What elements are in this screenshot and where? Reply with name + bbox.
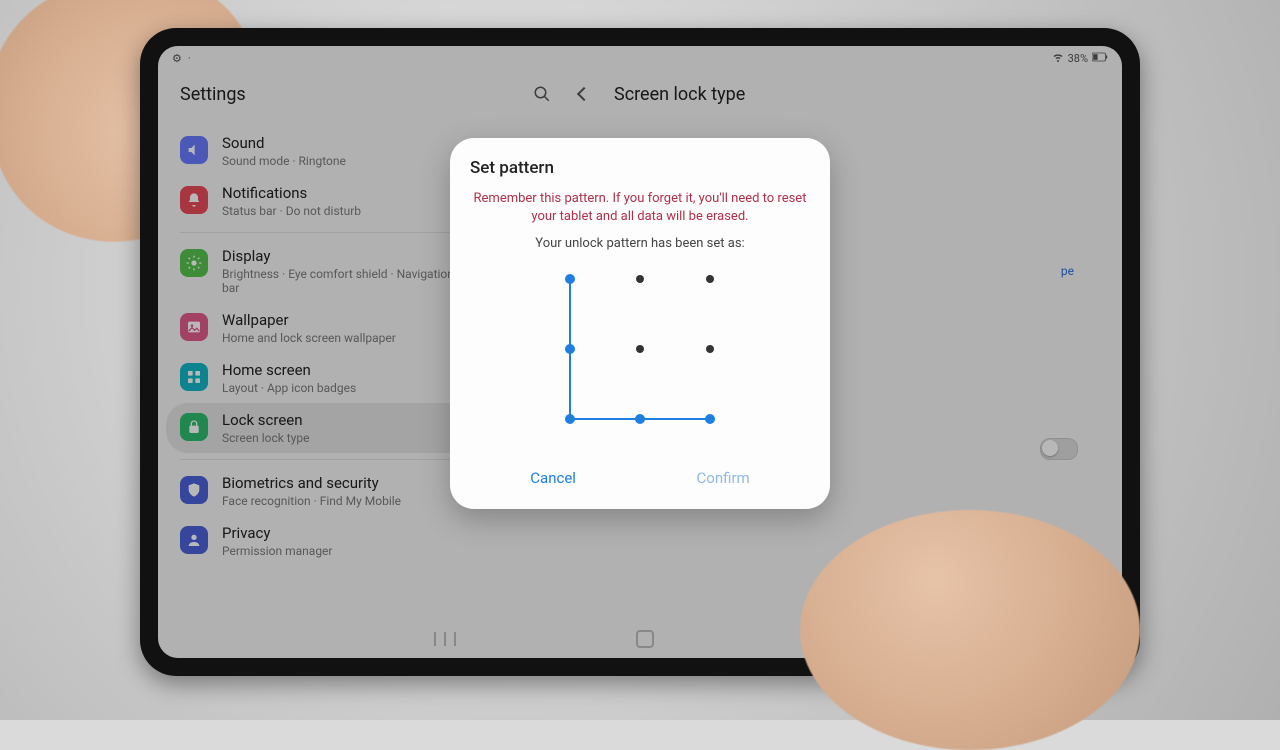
dialog-title: Set pattern [470,158,810,178]
sidebar-item-sub: Sound mode · Ringtone [222,154,346,168]
pattern-dot-7[interactable] [635,414,645,424]
back-icon[interactable] [572,82,596,106]
app-header: Settings Screen lock type [158,70,1122,118]
wifi-icon [1052,51,1064,66]
sidebar-item-privacy[interactable]: Privacy Permission manager [166,516,470,566]
sun-icon [180,249,208,277]
sidebar-item-notifications[interactable]: Notifications Status bar · Do not disturb [166,176,470,226]
pattern-dot-4[interactable] [636,345,644,353]
sidebar-item-label: Privacy [222,524,333,542]
search-icon[interactable] [530,82,554,106]
pattern-dot-6[interactable] [565,414,575,424]
gear-icon: ⚙ [172,52,182,65]
sidebar-item-lock-screen[interactable]: Lock screen Screen lock type [166,403,470,453]
sidebar-item-display[interactable]: Display Brightness · Eye comfort shield ·… [166,239,470,303]
pattern-dot-5[interactable] [706,345,714,353]
dialog-warning: Remember this pattern. If you forget it,… [470,190,810,226]
sidebar-item-sub: Layout · App icon badges [222,381,356,395]
bell-icon [180,186,208,214]
sidebar-item-biometrics-and-security[interactable]: Biometrics and security Face recognition … [166,466,470,516]
grid-icon [180,363,208,391]
sidebar-item-label: Biometrics and security [222,474,401,492]
sound-icon [180,136,208,164]
confirm-button[interactable]: Confirm [681,461,766,495]
shield-icon [180,476,208,504]
sidebar-item-sub: Brightness · Eye comfort shield · Naviga… [222,267,456,295]
battery-text: 38% [1068,52,1088,65]
settings-sidebar[interactable]: Sound Sound mode · Ringtone Notifications S… [166,126,470,618]
privacy-icon [180,526,208,554]
pattern-dot-8[interactable] [705,414,715,424]
sidebar-item-sound[interactable]: Sound Sound mode · Ringtone [166,126,470,176]
pattern-dot-2[interactable] [706,275,714,283]
sidebar-item-label: Notifications [222,184,361,202]
battery-icon [1092,52,1108,65]
nav-home-icon[interactable] [636,630,654,648]
sidebar-item-home-screen[interactable]: Home screen Layout · App icon badges [166,353,470,403]
image-icon [180,313,208,341]
sidebar-item-sub: Status bar · Do not disturb [222,204,361,218]
pattern-line [569,279,571,349]
sidebar-item-sub: Face recognition · Find My Mobile [222,494,401,508]
sidebar-item-wallpaper[interactable]: Wallpaper Home and lock screen wallpaper [166,303,470,353]
pattern-line [569,349,571,419]
lock-icon [180,413,208,441]
status-dot-icon: · [188,52,191,65]
pattern-line [640,418,710,420]
sidebar-item-label: Lock screen [222,411,310,429]
sidebar-item-label: Wallpaper [222,311,396,329]
status-bar: ⚙ · 38% [158,46,1122,70]
toggle-switch[interactable] [1040,438,1078,460]
settings-title: Settings [180,84,246,105]
right-pane-hint: pe [1061,264,1074,278]
cancel-button[interactable]: Cancel [514,461,592,495]
sidebar-item-sub: Permission manager [222,544,333,558]
sidebar-divider [180,459,456,460]
page-title: Screen lock type [614,84,745,105]
sidebar-item-label: Sound [222,134,346,152]
dialog-message: Your unlock pattern has been set as: [470,236,810,251]
sidebar-item-label: Home screen [222,361,356,379]
sidebar-item-label: Display [222,247,456,265]
sidebar-divider [180,232,456,233]
pattern-line [570,418,640,420]
sidebar-item-sub: Screen lock type [222,431,310,445]
sidebar-item-sub: Home and lock screen wallpaper [222,331,396,345]
pattern-dot-3[interactable] [565,344,575,354]
pattern-dot-0[interactable] [565,274,575,284]
set-pattern-dialog: Set pattern Remember this pattern. If yo… [450,138,830,509]
hand-right [800,510,1140,750]
pattern-grid[interactable] [560,269,720,429]
nav-recents-icon[interactable] [434,632,456,646]
pattern-dot-1[interactable] [636,275,644,283]
